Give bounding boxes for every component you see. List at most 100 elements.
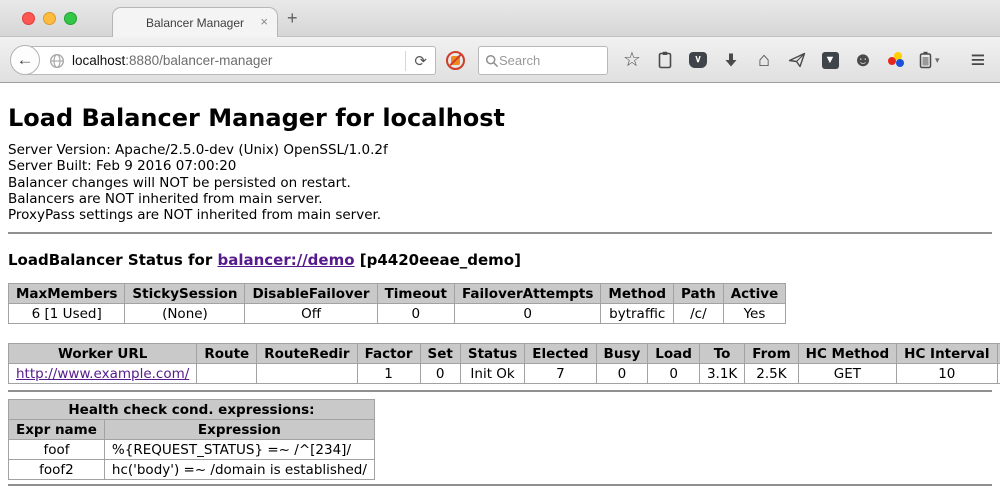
table-header: From: [745, 344, 798, 364]
content-blocked-icon[interactable]: [446, 51, 465, 70]
divider: [8, 232, 992, 234]
table-row: http://www.example.com/ 1 0 Init Ok 7 0 …: [9, 364, 1000, 384]
browser-chrome: Balancer Manager × + ← localhost:8880/ba…: [0, 0, 1000, 84]
table-header: StickySession: [125, 284, 245, 304]
table-header-row: Expr name Expression: [9, 420, 375, 440]
table-header: MaxMembers: [9, 284, 125, 304]
search-icon: [485, 54, 499, 68]
balancer-demo-link[interactable]: balancer://demo: [217, 251, 354, 269]
toolbar-icons: ☆ ∨ ⌂ ▼ ☻ ▾ ≡: [622, 37, 1000, 83]
table-header: DisableFailover: [245, 284, 377, 304]
table-header: Status: [460, 344, 524, 364]
tab-title: Balancer Manager: [146, 16, 244, 30]
downloads-icon[interactable]: [721, 49, 741, 71]
search-input[interactable]: [499, 53, 589, 68]
home-icon[interactable]: ⌂: [754, 49, 774, 71]
tab-close-icon[interactable]: ×: [260, 15, 268, 28]
table-title-row: Health check cond. expressions:: [9, 400, 375, 420]
health-check-table: Health check cond. expressions: Expr nam…: [8, 399, 375, 480]
table-header: FailoverAttempts: [455, 284, 601, 304]
window-zoom-button[interactable]: [64, 12, 77, 25]
proxypass-notice-line: ProxyPass settings are NOT inherited fro…: [8, 207, 992, 223]
clipboard-icon[interactable]: [655, 49, 675, 71]
server-info: Server Version: Apache/2.5.0-dev (Unix) …: [8, 142, 992, 223]
health-table-title: Health check cond. expressions:: [9, 400, 375, 420]
expression-cell: %{REQUEST_STATUS} =~ /^[234]/: [104, 440, 374, 460]
table-header: Timeout: [377, 284, 454, 304]
pocket-icon[interactable]: ∨: [688, 49, 708, 71]
table-header-row: MaxMembers StickySession DisableFailover…: [9, 284, 786, 304]
window-minimize-button[interactable]: [43, 12, 56, 25]
worker-url-cell: http://www.example.com/: [9, 364, 197, 384]
extension-dots-icon[interactable]: [886, 49, 906, 71]
balancers-notice-line: Balancers are NOT inherited from main se…: [8, 191, 992, 207]
window-controls: [22, 12, 77, 25]
table-header: Expression: [104, 420, 374, 440]
table-cell: 3.1K: [699, 364, 744, 384]
table-cell: 1: [357, 364, 420, 384]
table-cell: 2.5K: [745, 364, 798, 384]
table-cell: Off: [245, 304, 377, 324]
worker-status-table: Worker URL Route RouteRedir Factor Set S…: [8, 343, 1000, 384]
table-header: Worker URL: [9, 344, 197, 364]
expression-cell: hc('body') =~ /domain is established/: [104, 460, 374, 480]
table-header: Path: [674, 284, 724, 304]
table-header: To: [699, 344, 744, 364]
divider: [8, 484, 992, 486]
bookmark-star-icon[interactable]: ☆: [622, 49, 642, 71]
table-cell: 0: [420, 364, 460, 384]
new-tab-button[interactable]: +: [287, 8, 298, 29]
table-header: Set: [420, 344, 460, 364]
table-header: Load: [648, 344, 700, 364]
search-box[interactable]: [478, 46, 608, 75]
table-header: Busy: [596, 344, 648, 364]
server-built-line: Server Built: Feb 9 2016 07:00:20: [8, 158, 992, 174]
server-version-line: Server Version: Apache/2.5.0-dev (Unix) …: [8, 142, 992, 158]
window-close-button[interactable]: [22, 12, 35, 25]
table-header: Method: [601, 284, 674, 304]
chevron-down-icon[interactable]: ▾: [935, 55, 940, 66]
table-cell: [197, 364, 257, 384]
globe-icon[interactable]: [49, 53, 65, 69]
tab-balancer-manager[interactable]: Balancer Manager ×: [112, 7, 278, 37]
table-cell: Init Ok: [460, 364, 524, 384]
table-header: Factor: [357, 344, 420, 364]
table-row: foof %{REQUEST_STATUS} =~ /^[234]/: [9, 440, 375, 460]
page-content: Load Balancer Manager for localhost Serv…: [0, 104, 1000, 486]
smiley-icon[interactable]: ☻: [853, 49, 873, 71]
table-cell: 10: [897, 364, 997, 384]
table-header: RouteRedir: [257, 344, 357, 364]
table-header: HC Interval: [897, 344, 997, 364]
table-header: HC Method: [798, 344, 897, 364]
table-cell: 0: [377, 304, 454, 324]
table-cell: /c/: [674, 304, 724, 324]
status-heading-prefix: LoadBalancer Status for: [8, 251, 217, 269]
table-cell: 0: [648, 364, 700, 384]
table-cell: bytraffic: [601, 304, 674, 324]
persist-notice-line: Balancer changes will NOT be persisted o…: [8, 175, 992, 191]
video-download-icon[interactable]: ▼: [820, 49, 840, 71]
url-divider: [405, 51, 406, 71]
navigation-toolbar: ← localhost:8880/balancer-manager ⟳ ☆ ∨: [0, 37, 1000, 83]
divider: [8, 390, 992, 392]
send-plane-icon[interactable]: [787, 49, 807, 71]
table-cell: [257, 364, 357, 384]
table-header-row: Worker URL Route RouteRedir Factor Set S…: [9, 344, 1000, 364]
table-row: 6 [1 Used] (None) Off 0 0 bytraffic /c/ …: [9, 304, 786, 324]
menu-icon[interactable]: ≡: [971, 46, 986, 75]
expr-name-cell: foof: [9, 440, 105, 460]
worker-url-link[interactable]: http://www.example.com/: [16, 366, 189, 382]
table-header: Expr name: [9, 420, 105, 440]
table-cell: 6 [1 Used]: [9, 304, 125, 324]
table-cell: 7: [525, 364, 596, 384]
table-header: Active: [723, 284, 786, 304]
url-bar[interactable]: localhost:8880/balancer-manager ⟳: [24, 46, 436, 75]
url-text[interactable]: localhost:8880/balancer-manager: [72, 53, 405, 68]
loadbalancer-status-heading: LoadBalancer Status for balancer://demo …: [8, 251, 992, 269]
reload-button[interactable]: ⟳: [414, 52, 427, 70]
table-header: Elected: [525, 344, 596, 364]
tab-strip: Balancer Manager × +: [0, 0, 1000, 37]
battery-extension-icon[interactable]: ▾: [919, 51, 940, 69]
table-header: Route: [197, 344, 257, 364]
back-button[interactable]: ←: [10, 45, 40, 75]
